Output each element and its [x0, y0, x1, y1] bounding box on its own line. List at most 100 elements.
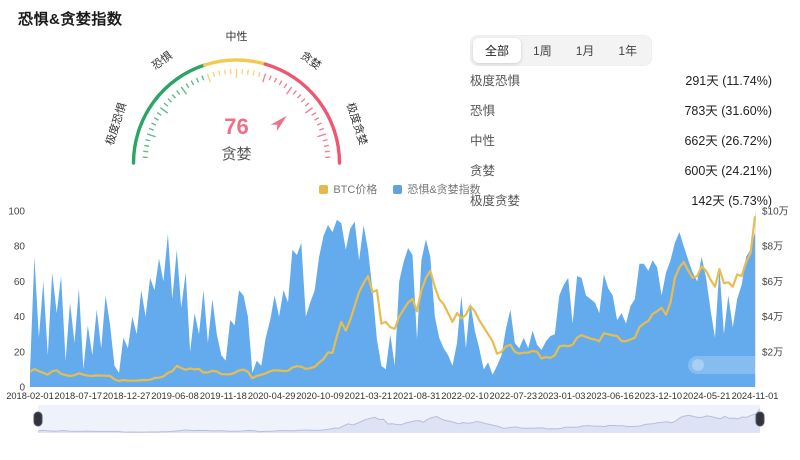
gauge-tick: [317, 134, 326, 137]
stat-row: 极度恐惧 291天 (11.74%): [470, 64, 772, 94]
chart-range-slider[interactable]: [0, 404, 800, 440]
x-tick-label: 2018-02-01: [6, 391, 54, 401]
gauge-tick: [314, 118, 318, 120]
legend-label: 恐惧&贪婪指数: [407, 181, 480, 197]
gauge-tick: [253, 71, 254, 76]
gauge-zone-label: 恐惧: [149, 48, 175, 72]
gauge-tick: [207, 74, 210, 83]
gauge-tick: [305, 108, 312, 113]
gauge-tick: [324, 145, 329, 146]
x-tick-label: 2018-12-27: [103, 391, 151, 401]
x-tick-label: 2023-01-03: [538, 391, 586, 401]
tab-1月[interactable]: 1月: [564, 38, 607, 63]
gauge-tick: [202, 76, 204, 81]
gauge-tick: [279, 81, 281, 85]
gauge-tick: [168, 99, 172, 102]
index-area-series: [30, 220, 755, 387]
x-tick-label: 2024-11-01: [732, 391, 779, 401]
y-left-tick-label: 0: [19, 383, 25, 394]
gauge-tick: [259, 72, 260, 77]
y-left-tick-label: 40: [14, 312, 26, 323]
legend-item[interactable]: 恐惧&贪婪指数: [393, 181, 480, 197]
gauge-tick: [191, 81, 193, 85]
stat-value: 600天 (24.21%): [684, 160, 772, 179]
gauge-tick: [196, 78, 198, 83]
gauge-tick: [248, 70, 249, 75]
x-tick-label: 2022-02-10: [441, 391, 489, 401]
gauge-tick: [145, 140, 150, 141]
chart-legend: BTC价格 恐惧&贪婪指数: [0, 181, 800, 197]
x-tick-label: 2023-12-10: [635, 391, 683, 401]
gauge-value: 76: [224, 114, 248, 139]
gauge-tick: [154, 118, 158, 120]
x-tick-label: 2023-06-16: [586, 391, 634, 401]
brush-handle-left[interactable]: [34, 412, 42, 426]
gauge-tick: [293, 91, 296, 95]
gauge-tick: [225, 70, 226, 75]
x-tick-label: 2019-11-18: [200, 391, 247, 401]
x-tick-label: 2020-10-09: [296, 391, 344, 401]
stat-row: 贪婪 600天 (24.21%): [470, 154, 772, 184]
gauge-tick: [177, 91, 180, 95]
tab-1年[interactable]: 1年: [606, 38, 649, 63]
gauge-tick: [284, 84, 287, 88]
gauge-tick: [172, 94, 175, 98]
watermark-logo-icon: [692, 359, 704, 371]
stat-row: 中性 662天 (26.72%): [470, 124, 772, 154]
gauge-tick: [312, 113, 316, 116]
legend-swatch-icon: [393, 185, 402, 194]
gauge-tick: [325, 151, 330, 152]
legend-item[interactable]: BTC价格: [319, 181, 377, 197]
stat-label: 恐惧: [470, 100, 495, 119]
y-right-tick-label: $2万: [762, 347, 783, 358]
gauge-tick: [147, 134, 156, 137]
gauge-tick: [157, 113, 161, 116]
stat-value: 662天 (26.72%): [684, 130, 772, 149]
gauge-tick: [213, 72, 214, 77]
gauge-tick: [274, 78, 276, 83]
stat-row: 恐惧 783天 (31.60%): [470, 94, 772, 124]
gauge-needle-icon: [271, 112, 290, 131]
y-left-tick-label: 60: [14, 277, 26, 288]
stat-value: 291天 (11.74%): [685, 70, 772, 89]
legend-swatch-icon: [319, 185, 328, 194]
page-title: 恐惧&贪婪指数: [18, 8, 122, 29]
stat-label: 中性: [470, 130, 495, 149]
x-tick-label: 2022-07-23: [490, 391, 538, 401]
gauge-zone-label: 贪婪: [298, 48, 324, 72]
x-tick-label: 2024-05-21: [683, 391, 731, 401]
btc-price-line-series: [30, 216, 755, 381]
brush-handle-right[interactable]: [756, 412, 764, 426]
x-tick-label: 2020-04-29: [248, 391, 296, 401]
gauge-tick: [164, 103, 168, 106]
gauge-tick: [181, 87, 186, 94]
watermark: [688, 356, 770, 374]
gauge-tick: [323, 140, 328, 141]
tab-1周[interactable]: 1周: [521, 38, 564, 63]
gauge-tick: [186, 84, 189, 88]
y-left-tick-label: 80: [14, 242, 26, 253]
gauge-tick: [301, 99, 305, 102]
gauge-zone-label: 极度恐惧: [102, 101, 129, 147]
stat-label: 贪婪: [470, 160, 495, 179]
gauge-tick: [286, 87, 291, 94]
gauge-tick: [297, 94, 300, 98]
y-right-tick-label: $4万: [762, 312, 783, 323]
gauge-tick: [263, 74, 266, 83]
stat-value: 783天 (31.60%): [684, 100, 772, 119]
x-tick-label: 2021-08-31: [393, 391, 441, 401]
gauge-tick: [143, 151, 148, 152]
gauge-arc-segment: [205, 60, 266, 65]
gauge-tick: [269, 76, 271, 81]
gauge-tick: [160, 108, 167, 113]
y-right-tick-label: $6万: [762, 277, 783, 288]
gauge-tick: [144, 145, 149, 146]
y-left-tick-label: 20: [14, 347, 26, 358]
tab-全部[interactable]: 全部: [473, 38, 521, 63]
stat-label: 极度恐惧: [470, 70, 520, 89]
gauge-tick: [319, 128, 324, 130]
fear-greed-gauge: 极度恐惧恐惧中性贪婪极度贪婪76贪婪: [100, 30, 380, 182]
gauge-arc-segment: [134, 65, 205, 163]
x-tick-label: 2019-06-08: [151, 391, 199, 401]
gauge-status-label: 贪婪: [221, 146, 251, 163]
